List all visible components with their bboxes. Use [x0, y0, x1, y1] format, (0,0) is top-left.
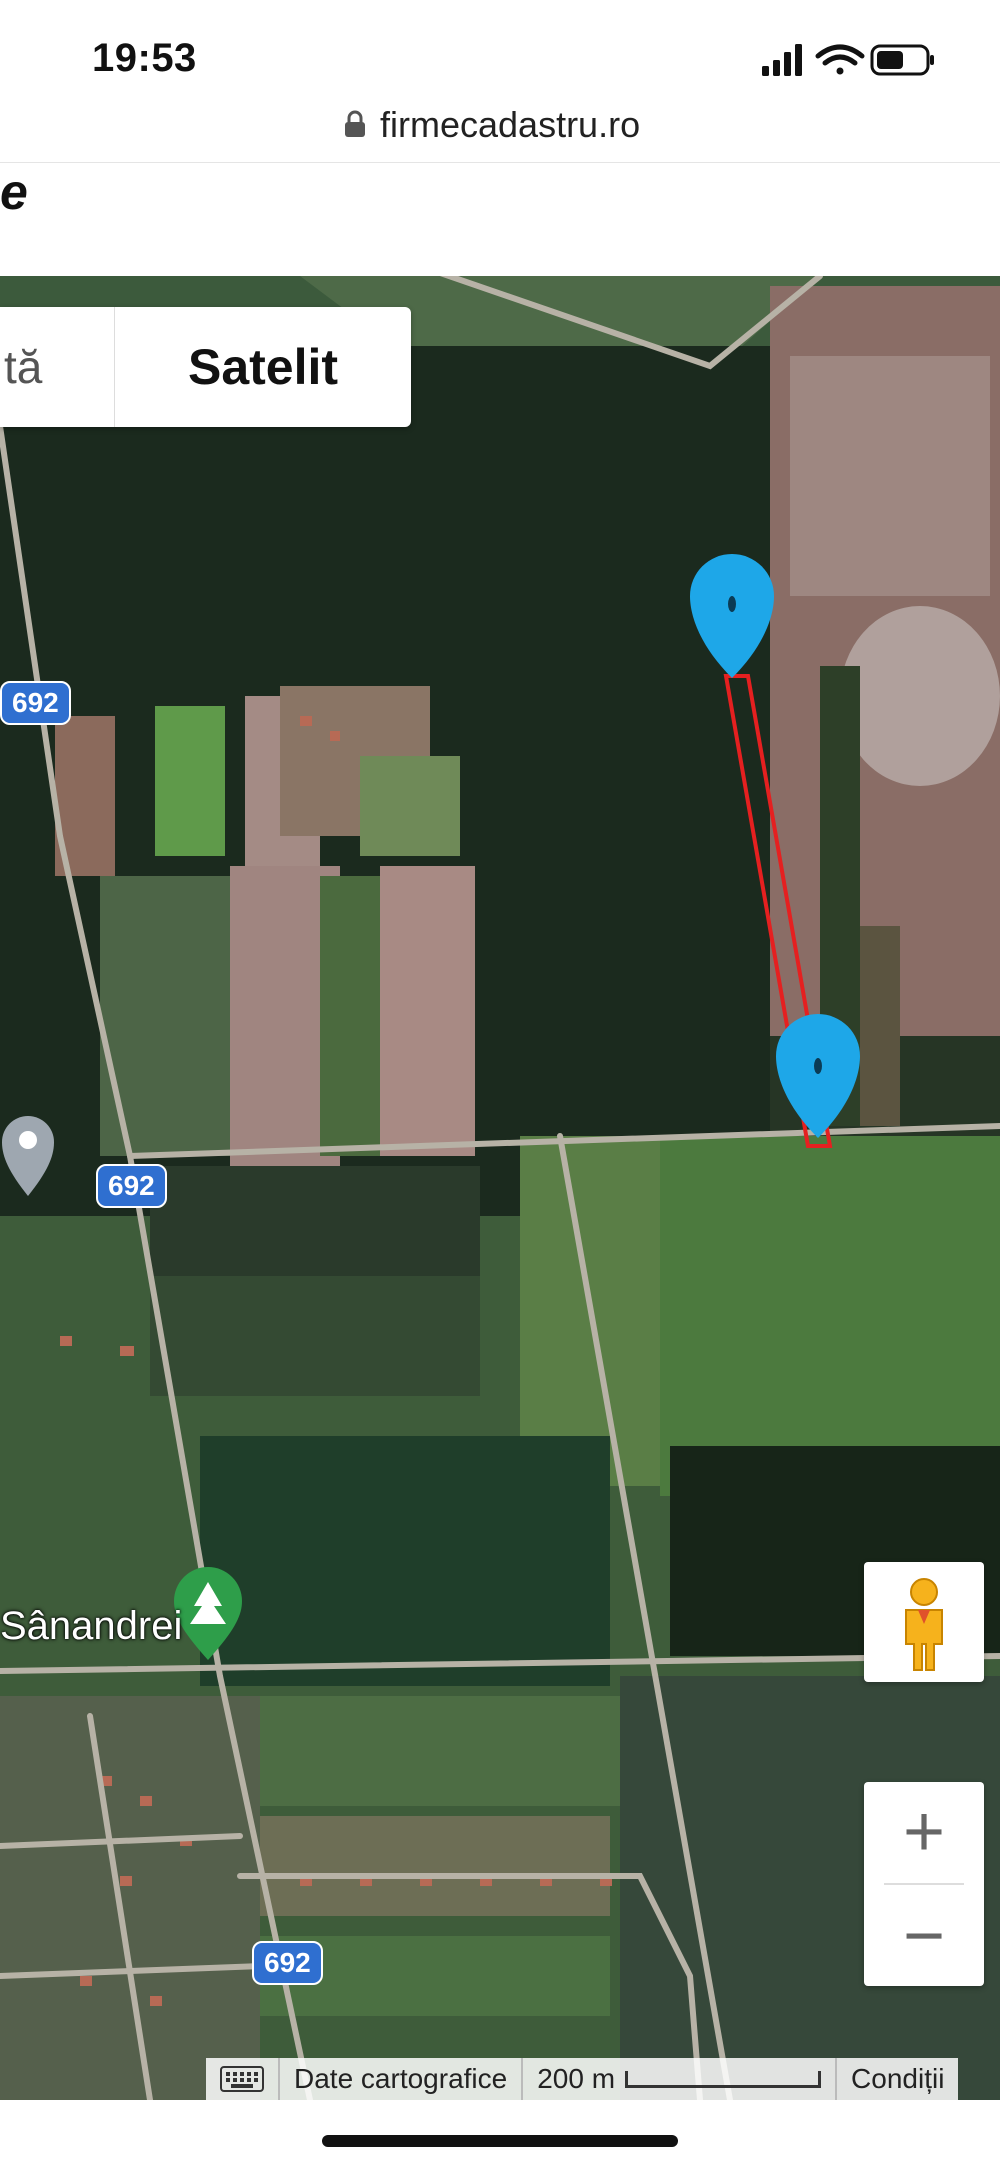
home-indicator[interactable] [322, 2135, 678, 2147]
place-label[interactable]: Sânandrei [0, 1604, 182, 1649]
keyboard-icon [220, 2066, 264, 2092]
terms-link[interactable]: Condiții [837, 2058, 958, 2100]
scale-bar [625, 2070, 822, 2088]
keyboard-shortcuts-button[interactable] [206, 2058, 280, 2100]
page-header: e [0, 162, 1000, 234]
status-bar: 19:53 [0, 0, 1000, 100]
zoom-divider [884, 1883, 964, 1885]
map-type-satellite-button[interactable]: Satelit [115, 307, 411, 427]
pegman-icon [905, 1578, 943, 1671]
lock-icon [345, 110, 365, 137]
page-title-fragment: e [0, 164, 28, 220]
road-badge: 692 [252, 1941, 323, 1985]
scale-control[interactable]: 200 m [523, 2058, 838, 2100]
street-view-pegman[interactable] [864, 1562, 984, 1682]
status-time: 19:53 [92, 36, 197, 80]
map-type-control[interactable]: tă Satelit [0, 307, 411, 427]
wifi-icon [815, 44, 865, 75]
status-icons [762, 44, 934, 76]
map-data-link[interactable]: Date cartografice [280, 2058, 524, 2100]
bottom-safe-area [0, 2100, 1000, 2167]
zoom-out-button[interactable]: − [864, 1886, 984, 1986]
road-badge: 692 [96, 1164, 167, 1208]
satellite-map[interactable]: tă Satelit 692 692 692 Sânandrei + − Dat… [0, 276, 1000, 2100]
map-attribution: Date cartografice 200 m Condiții [206, 2058, 959, 2100]
zoom-control: + − [864, 1782, 984, 1986]
battery-icon [870, 44, 934, 76]
spacer [0, 232, 1000, 276]
url-bar[interactable]: firmecadastru.ro [0, 100, 1000, 162]
road-badge: 692 [0, 681, 71, 725]
scale-label: 200 m [537, 2063, 616, 2094]
url-text: firmecadastru.ro [380, 104, 641, 145]
zoom-in-button[interactable]: + [864, 1782, 984, 1882]
map-type-map-button[interactable]: tă [0, 307, 115, 427]
signal-icon [762, 44, 802, 76]
